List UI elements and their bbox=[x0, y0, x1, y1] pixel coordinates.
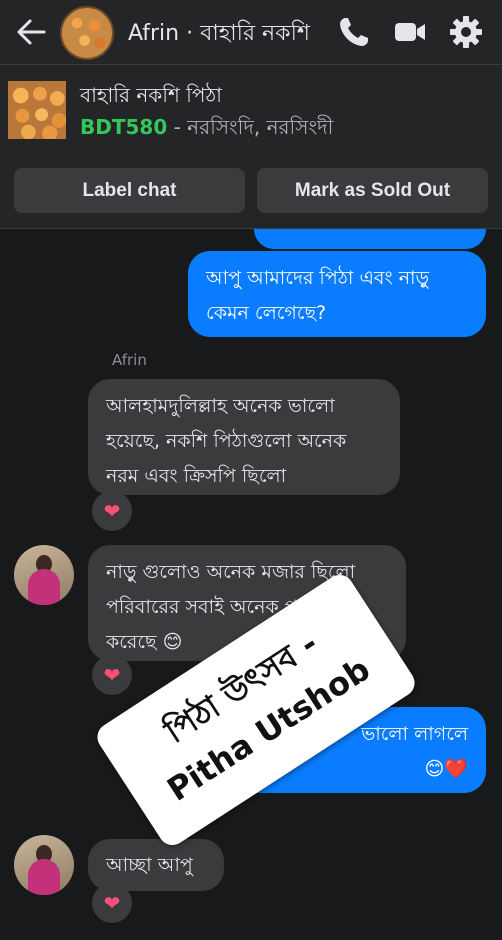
message-text: আচ্ছা আপু bbox=[106, 854, 193, 876]
heart-reaction-icon[interactable]: ❤ bbox=[92, 491, 132, 531]
message-bubble-outgoing-partial[interactable] bbox=[254, 229, 486, 249]
back-arrow-icon[interactable] bbox=[14, 14, 50, 50]
message-text: নরম এবং ক্রিসপি ছিলো bbox=[106, 465, 287, 487]
heart-reaction-icon[interactable]: ❤ bbox=[92, 883, 132, 923]
gear-icon[interactable] bbox=[448, 14, 484, 50]
product-name: বাহারি নকশি পিঠা bbox=[80, 83, 222, 107]
message-bubble-outgoing[interactable]: আপু আমাদের পিঠা এবং নাড়ু কেমন লেগেছে? bbox=[188, 251, 486, 337]
contact-avatar[interactable] bbox=[60, 6, 114, 60]
chat-header: Afrin · বাহারি নকশি bbox=[0, 0, 502, 65]
heart-reaction-icon[interactable]: ❤ bbox=[92, 655, 132, 695]
conversation-title[interactable]: Afrin · বাহারি নকশি bbox=[128, 16, 310, 53]
message-text: হয়েছে, নকশি পিঠাগুলো অনেক bbox=[106, 430, 347, 452]
message-bubble-incoming[interactable]: আলহামদুলিল্লাহ অনেক ভালো হয়েছে, নকশি পি… bbox=[88, 379, 400, 495]
product-price-line: BDT580 - নরসিংদি, নরসিংদী bbox=[80, 113, 333, 146]
sender-name: Afrin bbox=[112, 351, 147, 369]
message-thread[interactable]: আপু আমাদের পিঠা এবং নাড়ু কেমন লেগেছে? A… bbox=[0, 229, 502, 940]
product-price: BDT580 bbox=[80, 115, 168, 139]
sender-avatar[interactable] bbox=[14, 835, 74, 895]
label-chat-button[interactable]: Label chat bbox=[14, 168, 245, 213]
listing-summary[interactable]: বাহারি নকশি পিঠা BDT580 - নরসিংদি, নরসিং… bbox=[0, 65, 502, 153]
product-location: - নরসিংদি, নরসিংদী bbox=[167, 115, 334, 139]
sender-avatar[interactable] bbox=[14, 545, 74, 605]
video-icon[interactable] bbox=[392, 14, 428, 50]
phone-icon[interactable] bbox=[336, 14, 372, 50]
message-text: আপু আমাদের পিঠা এবং নাড়ু bbox=[206, 267, 430, 289]
mark-sold-out-button[interactable]: Mark as Sold Out bbox=[257, 168, 488, 213]
product-thumbnail[interactable] bbox=[8, 81, 66, 139]
message-text: আলহামদুলিল্লাহ অনেক ভালো bbox=[106, 395, 335, 417]
message-text: কেমন লেগেছে? bbox=[206, 302, 327, 324]
